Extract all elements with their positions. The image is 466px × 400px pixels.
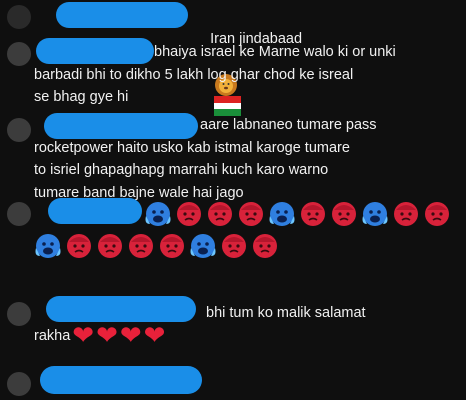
comment-text-line1: aare labnaneo tumare pass [200, 117, 377, 133]
pouting-face-icon [253, 234, 277, 258]
avatar[interactable] [7, 302, 31, 326]
pouting-face-icon [208, 202, 232, 226]
pouting-face-icon [425, 202, 449, 226]
comment-1: Iran jindabaad [0, 0, 466, 117]
comment-4 [0, 196, 466, 292]
comment-text-rest: barbadi bhi to dikho 5 lakh log ghar cho… [34, 66, 354, 106]
crying-face-icon [145, 202, 171, 226]
avatar[interactable] [7, 42, 31, 66]
hearts: ❤❤❤❤ [70, 323, 165, 349]
pouting-face-icon [394, 202, 418, 226]
pouting-face-icon [301, 202, 325, 226]
pouting-face-icon [67, 234, 91, 258]
pouting-face-icon [239, 202, 263, 226]
username-redacted[interactable] [56, 2, 188, 28]
red-heart-icon: ❤ [96, 320, 118, 351]
comment-2: bhaiya israel ke Marne walo ki or unki b… [0, 38, 466, 108]
avatar[interactable] [7, 5, 31, 29]
red-heart-icon: ❤ [72, 320, 95, 351]
pouting-face-icon [332, 202, 356, 226]
comment-5: bhi tum ko malik salamat rakha❤❤❤❤ [0, 294, 466, 360]
pouting-face-icon [222, 234, 246, 258]
username-redacted[interactable] [48, 198, 142, 224]
comment-3: aare labnaneo tumare pass rocketpower ha… [0, 112, 466, 204]
crying-face-icon [362, 202, 388, 226]
avatar[interactable] [7, 118, 31, 142]
comment-text-rest: rakha [34, 327, 71, 344]
crying-face-icon [190, 234, 216, 258]
crying-face-icon [269, 202, 295, 226]
avatar[interactable] [7, 202, 31, 226]
username-redacted[interactable] [40, 366, 202, 394]
pouting-face-icon [129, 234, 153, 258]
comment-text-line1: bhaiya israel ke Marne walo ki or unki [154, 44, 396, 60]
red-heart-icon: ❤ [143, 320, 166, 351]
pouting-face-icon [160, 234, 184, 258]
comment-6 [0, 362, 466, 400]
pouting-face-icon [177, 202, 201, 226]
comment-text-rest: rocketpower haito usko kab istmal karoge… [34, 139, 350, 201]
red-heart-icon: ❤ [119, 320, 142, 351]
avatar[interactable] [7, 372, 31, 396]
crying-face-icon [35, 234, 61, 258]
comment-text-line1: bhi tum ko malik salamat [206, 305, 366, 321]
pouting-face-icon [98, 234, 122, 258]
